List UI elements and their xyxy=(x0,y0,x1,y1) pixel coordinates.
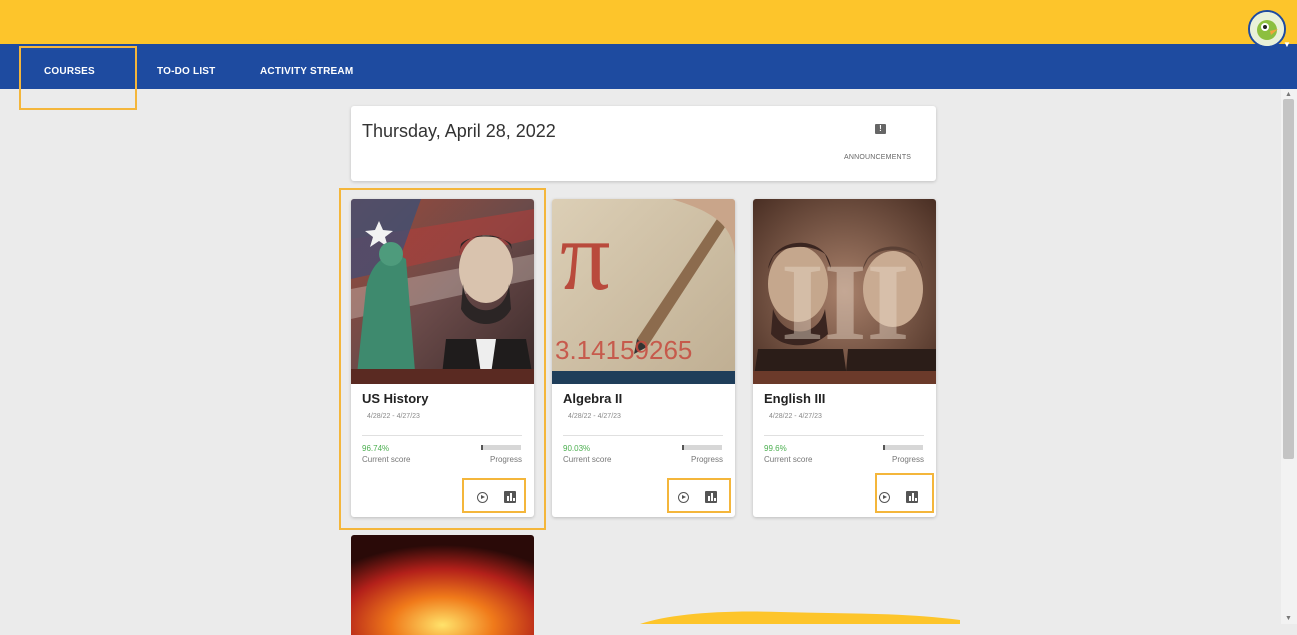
current-date: Thursday, April 28, 2022 xyxy=(362,121,556,141)
scroll-up-icon[interactable]: ▲ xyxy=(1285,91,1292,98)
course-card-english-iii[interactable]: III English III 4/28/22 - 4/27/23 99.6% … xyxy=(753,199,936,517)
course-dates: 4/28/22 - 4/27/23 xyxy=(568,413,621,420)
course-card-partial[interactable] xyxy=(351,535,534,635)
scroll-down-icon[interactable]: ▼ xyxy=(1285,615,1292,622)
avatar-caret-icon[interactable]: ▼ xyxy=(1283,40,1291,49)
progress-bar xyxy=(682,445,722,450)
tab-todo-list[interactable]: TO-DO LIST xyxy=(157,66,215,77)
divider xyxy=(563,435,723,436)
current-score-label: Current score xyxy=(362,455,411,464)
course-image-us-history xyxy=(351,199,534,384)
stats-icon[interactable] xyxy=(504,491,516,503)
course-card-algebra-ii[interactable]: π 3.14159265 Algebra II 4/28/22 - 4/27/2… xyxy=(552,199,735,517)
current-score-value: 96.74% xyxy=(362,444,390,453)
play-icon[interactable] xyxy=(678,492,689,503)
course-image-algebra-ii: π 3.14159265 xyxy=(552,199,735,384)
stats-icon[interactable] xyxy=(906,491,918,503)
date-card: Thursday, April 28, 2022 ! ANNOUNCEMENTS xyxy=(351,106,936,181)
progress-label: Progress xyxy=(690,455,723,464)
current-score-label: Current score xyxy=(563,455,612,464)
current-score-value: 90.03% xyxy=(563,444,591,453)
decorative-brush-stroke xyxy=(640,611,960,624)
announcement-icon[interactable]: ! xyxy=(875,124,886,134)
play-icon[interactable] xyxy=(477,492,488,503)
course-title[interactable]: US History xyxy=(362,391,428,406)
divider xyxy=(764,435,924,436)
scroll-thumb[interactable] xyxy=(1283,99,1294,459)
course-dates: 4/28/22 - 4/27/23 xyxy=(769,413,822,420)
current-score-label: Current score xyxy=(764,455,813,464)
progress-fill xyxy=(481,445,483,450)
progress-bar xyxy=(481,445,521,450)
progress-label: Progress xyxy=(489,455,522,464)
course-title[interactable]: Algebra II xyxy=(563,391,622,406)
progress-fill xyxy=(682,445,684,450)
announcements-link[interactable]: ANNOUNCEMENTS xyxy=(844,154,911,161)
current-score-value: 99.6% xyxy=(764,444,787,453)
progress-bar xyxy=(883,445,923,450)
course-card-us-history[interactable]: US History 4/28/22 - 4/27/23 96.74% Curr… xyxy=(351,199,534,517)
divider xyxy=(362,435,522,436)
svg-text:π: π xyxy=(560,200,611,311)
tab-activity-stream[interactable]: ACTIVITY STREAM xyxy=(260,66,353,77)
svg-text:III: III xyxy=(781,241,909,363)
course-image-english-iii: III xyxy=(753,199,936,384)
top-banner xyxy=(0,0,1297,50)
progress-fill xyxy=(883,445,885,450)
svg-text:3.14159265: 3.14159265 xyxy=(555,335,692,365)
course-title[interactable]: English III xyxy=(764,391,825,406)
tab-courses[interactable]: COURSES xyxy=(44,66,95,77)
page-scrollbar[interactable]: ▲ ▼ xyxy=(1281,89,1297,624)
stats-icon[interactable] xyxy=(705,491,717,503)
main-navbar: COURSES TO-DO LIST ACTIVITY STREAM xyxy=(0,44,1297,89)
progress-label: Progress xyxy=(891,455,924,464)
play-icon[interactable] xyxy=(879,492,890,503)
avatar-icon[interactable] xyxy=(1248,10,1286,48)
course-dates: 4/28/22 - 4/27/23 xyxy=(367,413,420,420)
course-image-partial xyxy=(351,535,534,635)
